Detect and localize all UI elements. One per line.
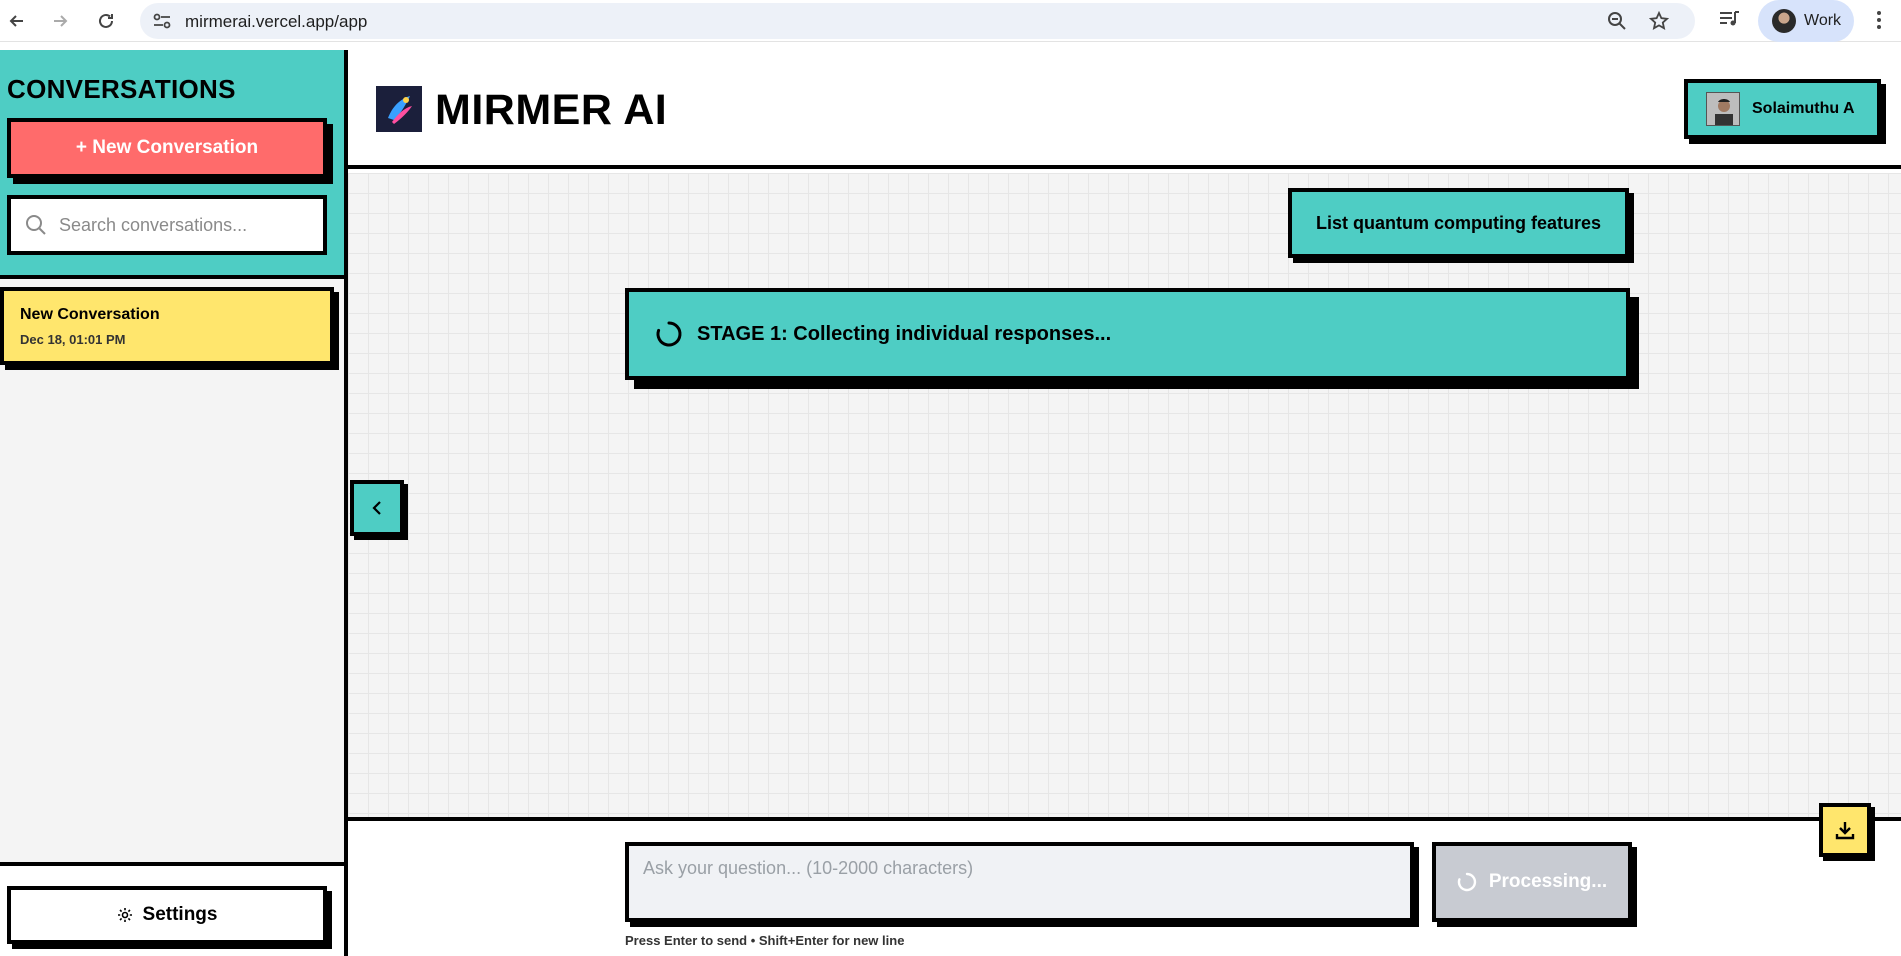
tune-icon[interactable] [152,12,172,30]
chevron-left-icon [372,501,381,515]
stage-status-text: STAGE 1: Collecting individual responses… [697,322,1112,345]
question-field[interactable] [625,842,1414,922]
stage-status: STAGE 1: Collecting individual responses… [625,288,1630,380]
queue-music-icon[interactable] [1718,9,1740,29]
gear-icon [117,908,132,922]
sidebar-header: CONVERSATIONS + New Conversation [0,50,344,279]
settings-label: Settings [142,904,218,925]
keyboard-hint: Press Enter to send • Shift+Enter for ne… [625,933,905,948]
kebab-icon[interactable] [1872,8,1886,32]
sidebar-title: CONVERSATIONS [7,74,236,104]
sidebar: CONVERSATIONS + New Conversation New Con… [0,50,348,956]
question-input[interactable] [643,858,1396,906]
download-icon [1835,822,1855,840]
url-text[interactable]: mirmerai.vercel.app/app [185,12,367,32]
browser-toolbar: mirmerai.vercel.app/app Work [0,0,1901,42]
search-box[interactable] [7,195,327,255]
collapse-sidebar-button[interactable] [350,480,404,536]
user-name: Solaimuthu A [1752,100,1855,117]
conversation-item[interactable]: New Conversation Dec 18, 01:01 PM [0,287,334,365]
user-menu-button[interactable]: Solaimuthu A [1684,79,1881,139]
new-conversation-button[interactable]: + New Conversation [7,118,327,178]
app-header: MIRMER AI Solaimuthu A [348,50,1901,169]
reload-icon [99,13,113,28]
conversation-title: New Conversation [20,306,160,323]
zoom-icon[interactable] [1607,11,1627,31]
back-button[interactable] [4,8,30,34]
settings-button[interactable]: Settings [7,886,327,944]
chat-area: List quantum computing features STAGE 1:… [348,173,1901,817]
composer: Processing... Press Enter to send • Shif… [348,803,1901,956]
arrow-left-icon [9,15,23,27]
profile-label: Work [1804,12,1842,29]
profile-avatar [1772,9,1796,33]
conversation-date: Dec 18, 01:01 PM [20,332,126,347]
app-logo [376,86,422,132]
arrow-right-icon [54,15,68,27]
star-icon[interactable] [1649,11,1669,31]
submit-button[interactable]: Processing... [1432,842,1632,922]
reload-button[interactable] [93,8,119,34]
download-button[interactable] [1819,803,1871,857]
spinner-icon [656,321,682,347]
search-input[interactable] [59,214,299,236]
address-bar[interactable]: mirmerai.vercel.app/app [140,3,1695,39]
spinner-icon [1457,872,1476,892]
user-message: List quantum computing features [1288,188,1629,258]
search-icon [26,215,46,235]
forward-button[interactable] [47,8,73,34]
sidebar-footer: Settings [0,862,344,956]
submit-label: Processing... [1488,871,1608,892]
profile-button[interactable]: Work [1758,0,1854,42]
user-avatar [1706,92,1740,126]
app-title: MIRMER AI [435,86,668,134]
